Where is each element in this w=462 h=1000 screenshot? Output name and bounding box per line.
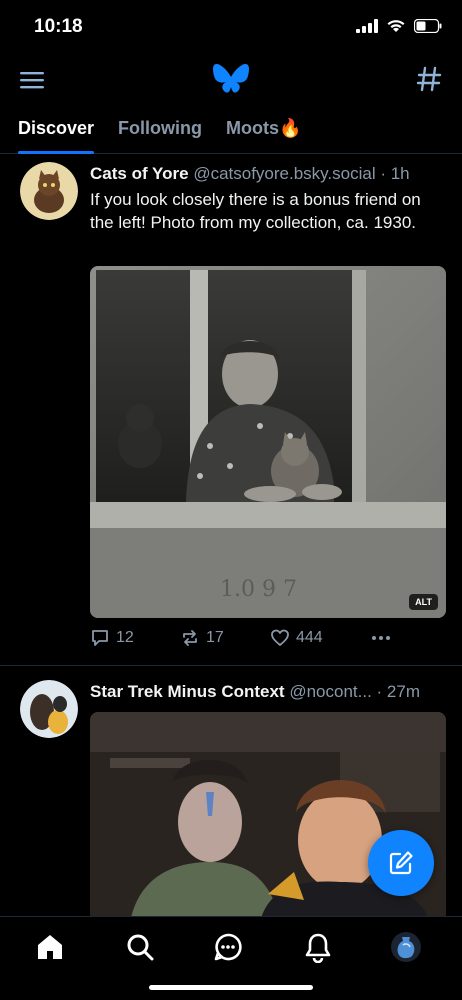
signal-icon (356, 18, 378, 33)
home-indicator (149, 985, 313, 990)
alt-badge[interactable]: ALT (409, 594, 438, 610)
repost-count: 17 (206, 629, 224, 646)
post-time: · 27m (376, 682, 421, 701)
feed-post[interactable]: Cats of Yore @catsofyore.bsky.social · 1… (0, 154, 462, 666)
app-header (0, 56, 462, 104)
reply-icon (92, 630, 108, 646)
butterfly-logo[interactable] (212, 62, 250, 96)
avatar[interactable] (20, 162, 78, 220)
bell-icon[interactable] (302, 931, 334, 963)
post-image[interactable]: 1.0 9 7 ALT (90, 266, 446, 618)
feed-tabs: Discover Following Moots🔥 (0, 110, 462, 154)
author-handle[interactable]: @catsofyore.bsky.social (193, 164, 375, 183)
search-icon[interactable] (124, 931, 156, 963)
post-text: If you look closely there is a bonus fri… (90, 190, 421, 232)
repost-button[interactable]: 17 (180, 628, 270, 648)
author-name[interactable]: Star Trek Minus Context (90, 682, 285, 701)
tab-following[interactable]: Following (118, 110, 202, 153)
post-actions: 12 17 444 (90, 628, 392, 648)
compose-button[interactable] (368, 830, 434, 896)
avatar[interactable] (20, 680, 78, 738)
status-time: 10:18 (34, 16, 83, 37)
author-handle[interactable]: @nocont... (289, 682, 371, 701)
more-options-button[interactable] (370, 628, 392, 648)
profile-avatar[interactable] (390, 931, 422, 963)
tab-moots[interactable]: Moots🔥 (226, 110, 301, 153)
ellipsis-icon (372, 636, 390, 640)
author-name[interactable]: Cats of Yore (90, 164, 189, 183)
status-bar: 10:18 (0, 0, 462, 54)
hamburger-menu-icon[interactable] (18, 66, 46, 94)
tab-discover[interactable]: Discover (18, 110, 95, 154)
post-header: Star Trek Minus Context @nocont... · 27m (90, 682, 448, 702)
home-icon[interactable] (34, 931, 66, 963)
chat-icon[interactable] (212, 931, 244, 963)
hashtag-icon[interactable] (414, 64, 444, 94)
battery-icon (414, 18, 442, 33)
post-header: Cats of Yore @catsofyore.bsky.social · 1… (90, 164, 448, 184)
repost-icon (183, 630, 197, 646)
wifi-icon (387, 20, 405, 32)
post-time: · 1h (380, 164, 410, 183)
like-count: 444 (296, 629, 323, 646)
reply-count: 12 (116, 629, 134, 646)
compose-icon (389, 851, 413, 875)
reply-button[interactable]: 12 (90, 628, 180, 648)
svg-text:1.0 9 7: 1.0 9 7 (220, 577, 297, 602)
heart-icon (271, 629, 289, 646)
status-icons (356, 18, 442, 33)
like-button[interactable]: 444 (270, 628, 370, 648)
